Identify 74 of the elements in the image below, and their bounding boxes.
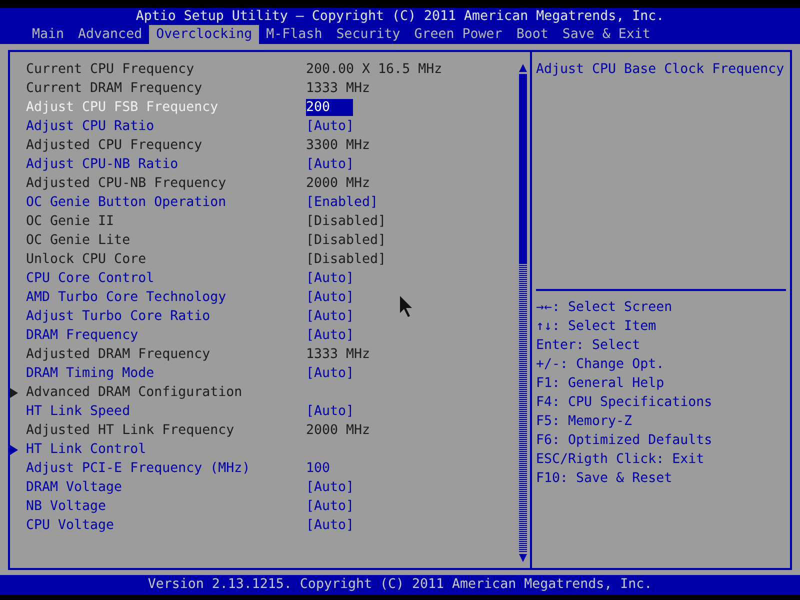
menu-tab[interactable]: Security (329, 25, 408, 44)
menu-tab[interactable]: Boot (509, 25, 556, 44)
setting-value[interactable]: [Auto] (306, 496, 354, 516)
setting-label[interactable]: CPU Voltage (26, 516, 306, 536)
scroll-up-icon[interactable] (519, 64, 527, 72)
setting-label: Adjusted CPU Frequency (26, 136, 204, 155)
key-hint: ESC/Rigth Click: Exit (536, 451, 706, 469)
setting-value: 2000 MHz (306, 174, 370, 193)
key-hint: →←: Select Screen (536, 299, 674, 317)
setting-value: 1333 MHz (306, 346, 370, 364)
scroll-down-icon[interactable] (519, 554, 527, 562)
setting-label[interactable]: HT Link Control (26, 440, 306, 460)
key-hint: Enter: Select (536, 337, 642, 355)
footer-text: Version 2.13.1215. Copyright (C) 2011 American Megatrends, Inc. (148, 576, 652, 594)
setting-label[interactable]: Adjust CPU Ratio (26, 116, 306, 136)
scrollbar-thumb[interactable] (519, 74, 527, 264)
setting-label[interactable]: NB Voltage (26, 496, 306, 516)
setting-value[interactable]: [Auto] (306, 402, 354, 422)
setting-label[interactable]: Adjust Turbo Core Ratio (26, 306, 306, 326)
setting-value[interactable]: 100 (306, 458, 330, 478)
setting-label: Adjusted CPU-NB Frequency (26, 174, 228, 193)
setting-value[interactable]: 200 (306, 99, 353, 116)
setting-value[interactable]: [Enabled] (306, 192, 378, 212)
setting-value: 1333 MHz (306, 80, 370, 98)
window-title: Aptio Setup Utility – Copyright (C) 2011 American Megatrends, Inc. (134, 8, 666, 25)
setting-label[interactable]: CPU Core Control (26, 268, 306, 288)
setting-value[interactable]: [Auto] (306, 364, 354, 384)
key-hint: ↑↓: Select Item (536, 318, 658, 336)
menu-tab[interactable]: Main (25, 25, 72, 44)
setting-value: 200.00 X 16.5 MHz (306, 60, 442, 79)
setting-label[interactable]: DRAM Voltage (26, 478, 306, 498)
setting-label[interactable]: Adjust CPU-NB Ratio (26, 154, 306, 174)
setting-value: 3300 MHz (306, 136, 370, 155)
setting-value[interactable]: [Auto] (306, 154, 354, 174)
setting-label: Adjusted DRAM Frequency (26, 346, 212, 364)
setting-value[interactable]: [Auto] (306, 516, 354, 536)
setting-value: [Disabled] (306, 212, 386, 231)
setting-value: [Disabled] (306, 250, 386, 269)
setting-label: Adjusted HT Link Frequency (26, 422, 236, 440)
menu-tab[interactable]: Overclocking (149, 25, 260, 44)
setting-value[interactable]: [Auto] (306, 306, 354, 326)
key-hint: F1: General Help (536, 375, 666, 393)
menu-tab[interactable]: Advanced (71, 25, 150, 44)
setting-label: OC Genie II (26, 212, 116, 231)
setting-label: Current DRAM Frequency (26, 80, 204, 98)
setting-label[interactable]: DRAM Frequency (26, 326, 306, 346)
key-hint: F6: Optimized Defaults (536, 432, 714, 450)
setting-value[interactable]: [Auto] (306, 116, 354, 136)
setting-label: OC Genie Lite (26, 232, 132, 250)
setting-label[interactable]: Adjust PCI-E Frequency (MHz) (26, 458, 306, 478)
setting-label[interactable]: Advanced DRAM Configuration (26, 382, 306, 402)
setting-value[interactable]: [Auto] (306, 268, 354, 288)
setting-value[interactable]: [Auto] (306, 478, 354, 498)
key-hint: +/-: Change Opt. (536, 356, 666, 374)
menu-tab[interactable]: Green Power (407, 25, 510, 44)
help-text: Adjust CPU Base Clock Frequency (536, 61, 786, 79)
scrollbar-track[interactable] (519, 74, 527, 552)
setting-label[interactable]: OC Genie Button Operation (26, 192, 306, 212)
setting-label[interactable]: DRAM Timing Mode (26, 364, 306, 384)
menu-tab[interactable]: Save & Exit (555, 25, 658, 44)
setting-value[interactable]: [Auto] (306, 288, 354, 308)
setting-value: [Disabled] (306, 232, 386, 250)
key-hint: F5: Memory-Z (536, 413, 634, 431)
setting-value: 2000 MHz (306, 422, 370, 440)
key-hint: F10: Save & Reset (536, 470, 674, 488)
setting-label: Unlock CPU Core (26, 250, 148, 269)
setting-label[interactable]: AMD Turbo Core Technology (26, 288, 306, 308)
setting-label: Current CPU Frequency (26, 60, 196, 79)
menu-tab[interactable]: M-Flash (259, 25, 330, 44)
setting-value[interactable]: [Auto] (306, 326, 354, 346)
key-hint: F4: CPU Specifications (536, 394, 714, 412)
setting-label[interactable]: HT Link Speed (26, 402, 306, 422)
mouse-cursor-icon (400, 296, 414, 318)
submenu-arrow-icon (10, 388, 18, 398)
